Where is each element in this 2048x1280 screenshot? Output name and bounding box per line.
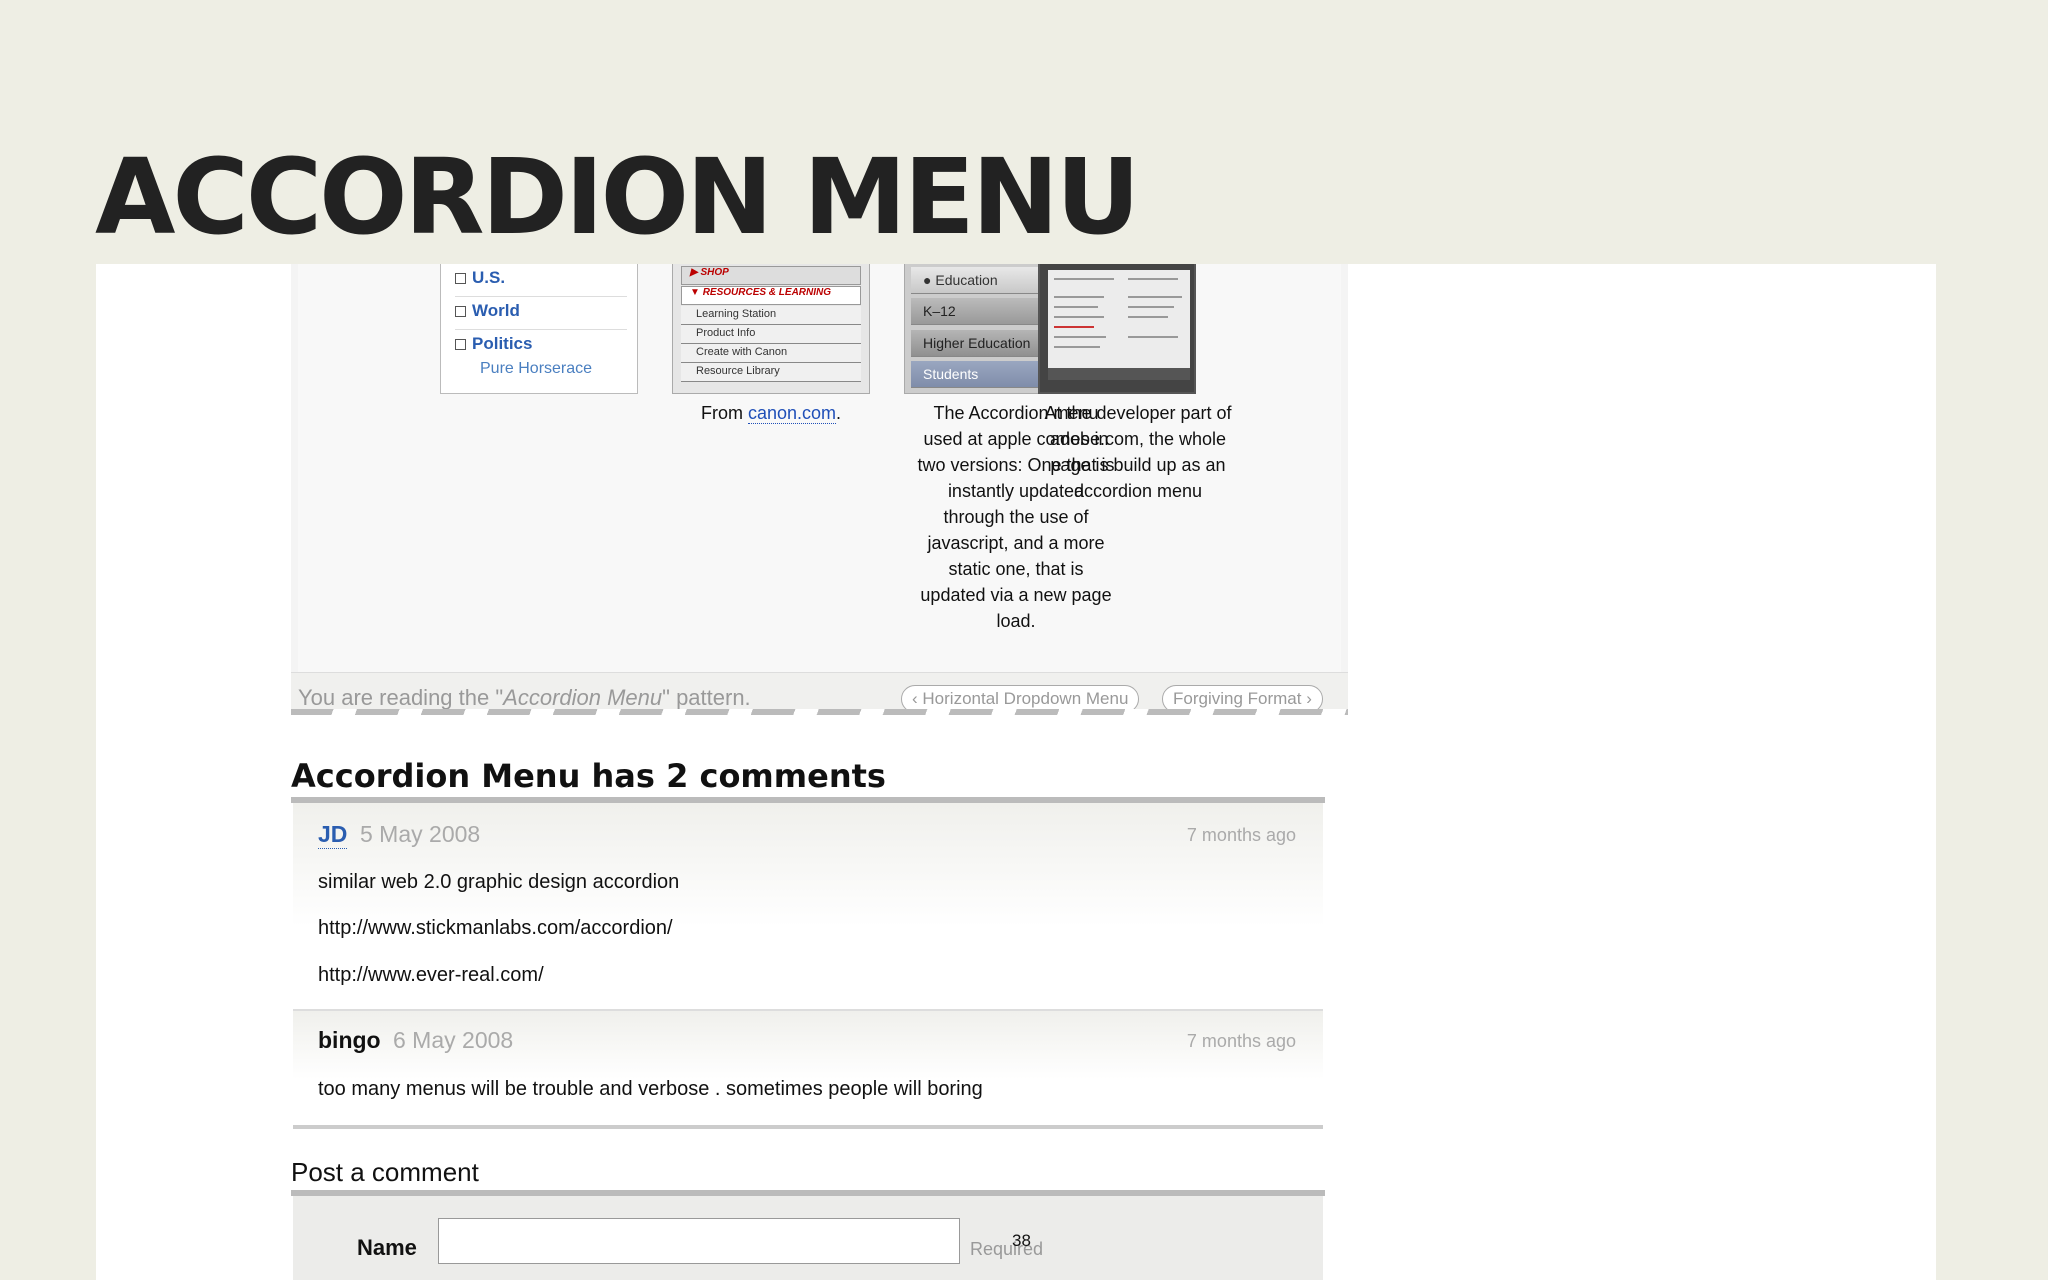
canon-menu-header: ▼ RESOURCES & LEARNING (681, 286, 861, 305)
nyt-menu-item: World (455, 297, 627, 330)
comment-item: JD 5 May 2008 7 months ago similar web 2… (293, 803, 1323, 1011)
chevron-left-icon: ‹ (912, 689, 918, 708)
collapse-box-icon (455, 339, 466, 350)
comments-heading: Accordion Menu has 2 comments (291, 757, 886, 795)
comment-date: 5 May 2008 (360, 821, 481, 847)
comment-age: 7 months ago (1186, 825, 1296, 845)
next-pattern-label: Forgiving Format (1173, 689, 1302, 708)
chevron-right-icon: › (1306, 689, 1312, 708)
nyt-menu-item: Politics (455, 330, 627, 363)
slide-title: ACCORDION MENU (95, 136, 1140, 258)
canon-menu-item: Product Info (681, 325, 861, 344)
caption-line: through the use of (943, 507, 1089, 527)
comment-age: 7 months ago (1186, 1031, 1296, 1051)
caption-line: At the developer part of (1044, 403, 1232, 423)
reading-pattern-name: Accordion Menu (503, 685, 663, 710)
comment-author: bingo (318, 1027, 381, 1053)
reading-suffix: " pattern. (662, 685, 751, 710)
canon-caption-suffix: . (836, 403, 842, 423)
pattern-navigation-bar: You are reading the "Accordion Menu" pat… (291, 672, 1348, 714)
adobe-caption: At the developer part of adobe.com, the … (1026, 400, 1250, 504)
nyt-menu-item-label: World (472, 301, 520, 320)
expand-box-icon (455, 306, 466, 317)
striped-divider (291, 709, 1348, 715)
comment-text: http://www.stickmanlabs.com/accordion/ (318, 917, 673, 939)
caption-line: load. (996, 611, 1036, 631)
expand-box-icon (455, 273, 466, 284)
apple-menu-item-label: Higher Education (923, 335, 1031, 351)
canon-menu-header-label: SHOP (700, 267, 729, 278)
nyt-menu-item-label: U.S. (472, 268, 506, 287)
canon-menu-thumbnail: ▶ SHOP ▼ RESOURCES & LEARNING Learning S… (672, 264, 870, 394)
slide-number: 38 (1012, 1231, 1031, 1250)
caption-line: updated via a new page (920, 585, 1112, 605)
canon-menu-item: Resource Library (681, 363, 861, 382)
canon-link[interactable]: canon.com (747, 403, 837, 424)
reading-prefix: You are reading the " (298, 685, 504, 710)
post-comment-form: Name Required (293, 1196, 1323, 1280)
canon-menu-item: Learning Station (681, 306, 861, 325)
adobe-page-preview (1048, 270, 1190, 380)
caption-line: page is build up as an (1050, 455, 1226, 475)
comment-text: too many menus will be trouble and verbo… (318, 1078, 983, 1100)
previous-pattern-label: Horizontal Dropdown Menu (922, 689, 1129, 708)
apple-menu-item-label: Education (935, 272, 998, 288)
reading-status: You are reading the "Accordion Menu" pat… (298, 685, 751, 711)
name-field[interactable] (438, 1218, 960, 1264)
caption-line: javascript, and a more (927, 533, 1105, 553)
canon-menu-header: ▶ SHOP (681, 266, 861, 285)
canon-menu-header-label: RESOURCES & LEARNING (702, 287, 832, 298)
pattern-page-screenshot: U.S. World Politics Pure Horserace ▶ SHO… (96, 264, 1936, 1280)
adobe-page-thumbnail (1038, 264, 1196, 394)
caption-line: adobe.com, the whole (1049, 429, 1227, 449)
caption-line: static one, that is (948, 559, 1084, 579)
name-field-label: Name (357, 1235, 417, 1260)
apple-menu-item-label: K–12 (923, 303, 956, 319)
apple-menu-item-label: Students (923, 366, 979, 382)
comment-text: http://www.ever-real.com/ (318, 964, 544, 986)
apple-logo-icon: ● (923, 272, 932, 288)
comment-item: bingo 6 May 2008 7 months ago too many m… (293, 1011, 1323, 1129)
comment-text: similar web 2.0 graphic design accordion (318, 871, 680, 893)
canon-menu-item: Create with Canon (681, 344, 861, 363)
canon-caption-prefix: From (700, 403, 748, 423)
required-hint: Required (970, 1239, 1044, 1259)
nyt-menu-item-label: Politics (472, 334, 533, 353)
nyt-menu-thumbnail: U.S. World Politics Pure Horserace (440, 264, 638, 394)
nyt-menu-item: U.S. (455, 264, 627, 297)
caption-line: accordion menu (1073, 481, 1203, 501)
post-comment-heading: Post a comment (291, 1157, 479, 1187)
canon-caption: From canon.com. (672, 400, 870, 426)
nyt-menu-subitem: Pure Horserace (480, 360, 593, 377)
comment-date: 6 May 2008 (393, 1027, 514, 1053)
comment-author-link[interactable]: JD (318, 821, 348, 849)
